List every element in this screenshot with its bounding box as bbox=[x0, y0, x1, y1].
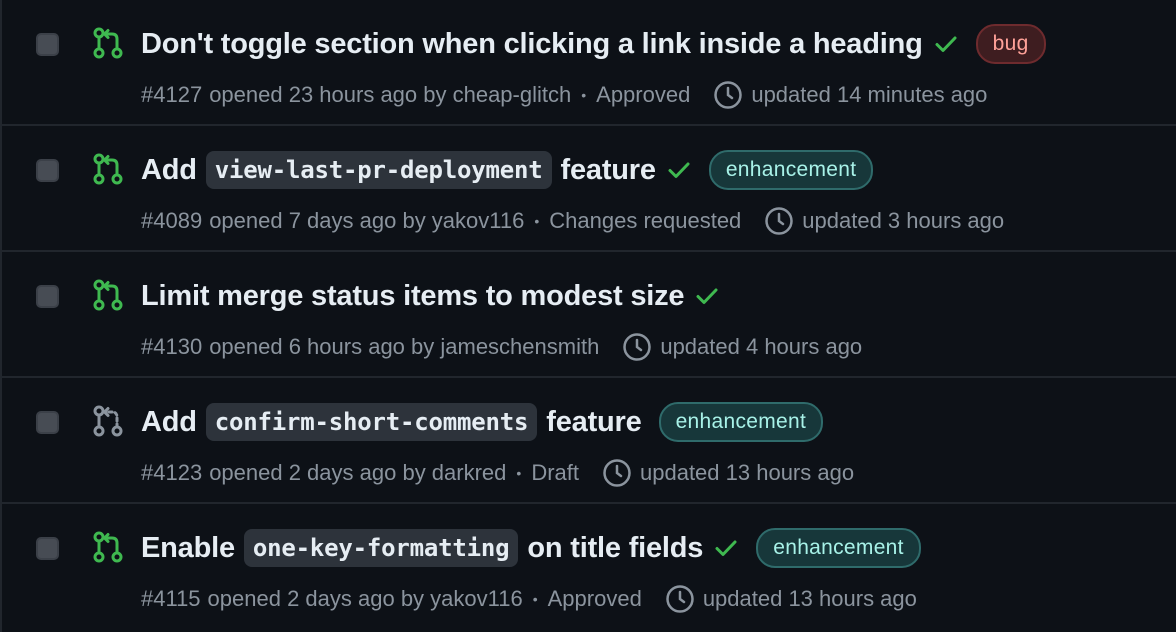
pr-meta: #4089 opened 7 days ago by yakov116 • Chang… bbox=[141, 206, 1004, 236]
git-pull-request-icon bbox=[93, 279, 123, 311]
pull-request-list: Don't toggle section when clicking a lin… bbox=[0, 0, 1176, 632]
clock-icon bbox=[599, 332, 660, 362]
select-checkbox[interactable] bbox=[36, 159, 59, 182]
pr-number: #4115 bbox=[141, 586, 201, 611]
label-enhancement[interactable]: enhancement bbox=[708, 150, 874, 190]
pr-title-line: Add confirm-short-comments feature enhancem… bbox=[141, 402, 824, 442]
review-status[interactable]: Approved bbox=[548, 586, 642, 612]
pull-request-row[interactable]: Limit merge status items to modest size #… bbox=[0, 252, 1176, 378]
pr-number: #4089 bbox=[141, 208, 203, 233]
pr-opened-by[interactable]: opened 23 hours ago by cheap-glitch bbox=[209, 82, 571, 108]
clock-icon bbox=[741, 206, 802, 236]
git-pull-request-icon bbox=[93, 153, 123, 185]
git-pull-request-icon bbox=[93, 531, 123, 563]
pr-meta: #4130 opened 6 hours ago by jameschensmit… bbox=[141, 332, 862, 362]
select-checkbox[interactable] bbox=[36, 537, 59, 560]
git-pull-request-icon bbox=[93, 27, 123, 59]
separator-dot: • bbox=[516, 465, 522, 481]
check-icon[interactable] bbox=[703, 535, 739, 561]
pr-title-link[interactable]: Enable bbox=[141, 528, 235, 568]
pr-number: #4127 bbox=[141, 82, 203, 107]
pull-request-row[interactable]: Add view-last-pr-deployment feature enhance… bbox=[0, 126, 1176, 252]
pr-title-code[interactable]: one-key-formatting bbox=[243, 529, 519, 567]
pr-number: #4130 bbox=[141, 334, 203, 359]
pr-opened-by[interactable]: opened 2 days ago by yakov116 bbox=[208, 586, 523, 612]
pr-title-line: Limit merge status items to modest size bbox=[141, 276, 720, 316]
separator-dot: • bbox=[534, 213, 540, 229]
pr-title-link[interactable]: Add bbox=[141, 150, 197, 190]
pr-title-code[interactable]: view-last-pr-deployment bbox=[205, 151, 552, 189]
pull-request-row[interactable]: Don't toggle section when clicking a lin… bbox=[0, 0, 1176, 126]
pr-title-link[interactable]: on title fields bbox=[527, 528, 703, 568]
label-bug[interactable]: bug bbox=[975, 24, 1046, 64]
check-icon[interactable] bbox=[656, 157, 692, 183]
pr-title-link[interactable]: feature bbox=[546, 402, 642, 442]
pr-title-line: Add view-last-pr-deployment feature enhance… bbox=[141, 150, 874, 190]
separator-dot: • bbox=[581, 87, 587, 103]
label-enhancement[interactable]: enhancement bbox=[658, 402, 824, 442]
pull-request-row[interactable]: Enable one-key-formatting on title fields e… bbox=[0, 504, 1176, 632]
pr-title-line: Don't toggle section when clicking a lin… bbox=[141, 24, 1046, 64]
pr-opened-by[interactable]: opened 2 days ago by darkred bbox=[209, 460, 506, 486]
pr-title-link[interactable]: Don't toggle section when clicking a lin… bbox=[141, 24, 923, 64]
updated-time: updated 14 minutes ago bbox=[751, 82, 988, 107]
select-checkbox[interactable] bbox=[36, 411, 59, 434]
pr-meta: #4115 opened 2 days ago by yakov116 • Appro… bbox=[141, 584, 917, 614]
clock-icon bbox=[579, 458, 640, 488]
pr-number: #4123 bbox=[141, 460, 203, 485]
pr-title-code[interactable]: confirm-short-comments bbox=[205, 403, 538, 441]
updated-time: updated 13 hours ago bbox=[702, 586, 917, 611]
select-checkbox[interactable] bbox=[36, 285, 59, 308]
separator-dot: • bbox=[532, 591, 538, 607]
review-status[interactable]: Approved bbox=[596, 82, 690, 108]
clock-icon bbox=[690, 80, 751, 110]
pr-title-link[interactable]: feature bbox=[561, 150, 657, 190]
check-icon[interactable] bbox=[684, 283, 720, 309]
review-status[interactable]: Changes requested bbox=[549, 208, 741, 234]
clock-icon bbox=[642, 584, 703, 614]
git-pull-request-draft-icon bbox=[93, 405, 123, 437]
pr-title-line: Enable one-key-formatting on title fields e… bbox=[141, 528, 921, 568]
updated-time: updated 13 hours ago bbox=[640, 460, 855, 485]
pull-request-row[interactable]: Add confirm-short-comments feature enhancem… bbox=[0, 378, 1176, 504]
pr-title-link[interactable]: Add bbox=[141, 402, 197, 442]
pr-meta: #4123 opened 2 days ago by darkred • Draft u… bbox=[141, 458, 854, 488]
review-status[interactable]: Draft bbox=[531, 460, 579, 486]
label-enhancement[interactable]: enhancement bbox=[756, 528, 921, 568]
select-checkbox[interactable] bbox=[36, 33, 59, 56]
pr-opened-by[interactable]: opened 6 hours ago by jameschensmith bbox=[209, 334, 599, 360]
pr-title-link[interactable]: Limit merge status items to modest size bbox=[141, 276, 685, 316]
check-icon[interactable] bbox=[923, 31, 959, 57]
updated-time: updated 3 hours ago bbox=[802, 208, 1005, 233]
updated-time: updated 4 hours ago bbox=[660, 334, 863, 359]
pr-opened-by[interactable]: opened 7 days ago by yakov116 bbox=[209, 208, 524, 234]
pr-meta: #4127 opened 23 hours ago by cheap-glitch… bbox=[141, 80, 987, 110]
